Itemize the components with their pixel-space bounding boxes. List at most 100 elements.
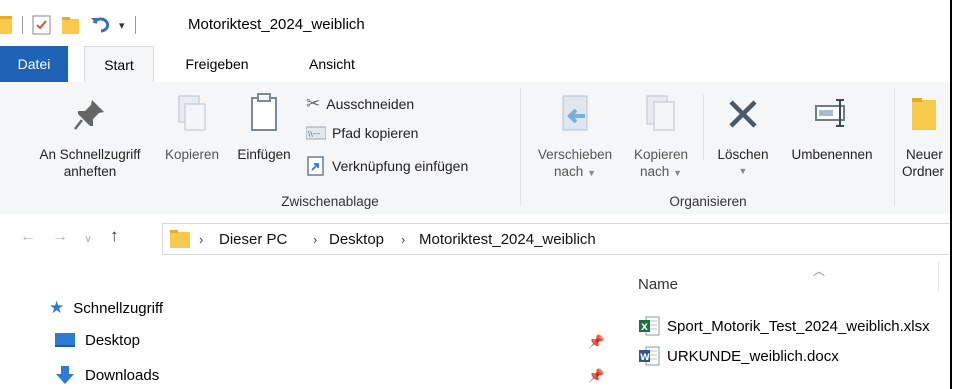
file-name: URKUNDE_weiblich.docx — [667, 347, 839, 365]
move-to-icon — [562, 95, 588, 131]
nav-quick-access-label: Schnellzugriff — [73, 299, 164, 317]
delete-x-icon — [729, 100, 757, 128]
new-folder-label-1: Neuer — [906, 147, 943, 162]
new-folder-icon — [912, 98, 936, 130]
scissors-icon: ✂ — [306, 94, 321, 113]
file-row-docx[interactable]: W URKUNDE_weiblich.docx — [638, 346, 839, 366]
cut-label: Ausschneiden — [326, 96, 415, 112]
pin-label-line-1: An Schnellzugriff — [39, 147, 141, 162]
download-arrow-icon — [56, 366, 74, 384]
copy-to-button[interactable]: Kopieren nach ▼ — [624, 92, 698, 182]
star-icon: ★ — [49, 298, 65, 317]
dropdown-arrow-icon: ▼ — [673, 168, 682, 178]
breadcrumb-separator-icon: › — [313, 232, 318, 247]
forward-arrow-icon[interactable]: → — [52, 228, 68, 246]
divider — [938, 262, 939, 292]
organize-group-label: Organisieren — [669, 194, 747, 209]
pin-icon — [74, 100, 104, 130]
ribbon: An Schnellzugriff anheften Kopieren Einf… — [0, 82, 950, 215]
copy-to-label-2: nach — [640, 164, 670, 179]
paste-label: Einfügen — [237, 147, 291, 162]
undo-icon[interactable] — [89, 14, 111, 36]
nav-quick-access[interactable]: ★ Schnellzugriff — [49, 298, 163, 318]
customize-toolbar-icon[interactable]: ▾ — [119, 19, 125, 32]
title-bar: ▾ Motoriktest_2024_weiblich — [0, 0, 950, 46]
svg-text:W: W — [640, 353, 650, 363]
rename-icon — [815, 99, 845, 127]
rename-label: Umbenennen — [791, 147, 873, 162]
address-bar[interactable]: › Dieser PC › Desktop › Motoriktest_2024… — [162, 223, 950, 255]
copy-path-label: Pfad kopieren — [332, 125, 419, 141]
column-header-name[interactable]: Name — [638, 276, 678, 293]
cut-button[interactable]: ✂ Ausschneiden — [306, 94, 414, 114]
folder-icon — [170, 230, 190, 248]
breadcrumb-desktop[interactable]: Desktop — [329, 231, 384, 248]
dropdown-arrow-icon: ▼ — [738, 166, 748, 176]
delete-button[interactable]: Löschen ▼ — [707, 92, 779, 180]
pin-label-line-2: anheften — [63, 164, 117, 179]
divider — [134, 16, 136, 34]
copy-path-button[interactable]: \\--- Pfad kopieren — [306, 125, 418, 141]
new-folder-icon[interactable] — [61, 14, 81, 36]
ribbon-tabs: Datei Start Freigeben Ansicht — [0, 46, 950, 83]
shortcut-icon — [307, 156, 324, 176]
breadcrumb-current-folder[interactable]: Motoriktest_2024_weiblich — [419, 231, 596, 248]
copy-label: Kopieren — [164, 147, 220, 162]
copy-to-label-1: Kopieren — [633, 147, 689, 162]
desktop-icon — [55, 333, 75, 347]
copy-icon — [178, 95, 206, 131]
breadcrumb-separator-icon: › — [199, 232, 204, 247]
breadcrumb-dieser-pc[interactable]: Dieser PC — [219, 231, 287, 248]
tab-start[interactable]: Start — [84, 46, 154, 83]
up-arrow-icon[interactable]: ↑ — [110, 226, 119, 246]
breadcrumb-separator-icon: › — [401, 232, 406, 247]
excel-file-icon: X — [639, 316, 660, 336]
divider — [22, 16, 23, 34]
pinned-icon: 📌 — [588, 368, 605, 383]
quick-access-toolbar: ▾ — [0, 14, 146, 36]
move-to-label-2: nach — [554, 164, 584, 179]
move-to-label-1: Verschieben — [537, 147, 613, 162]
nav-desktop[interactable]: Desktop — [54, 331, 140, 349]
new-folder-button[interactable]: Neuer Ordner — [898, 92, 950, 180]
paste-button[interactable]: Einfügen — [228, 92, 300, 163]
back-arrow-icon[interactable]: ← — [20, 228, 36, 246]
copy-to-icon — [646, 95, 675, 131]
clipboard-icon — [251, 93, 277, 131]
path-icon: \\--- — [306, 126, 326, 140]
explorer-window: ▾ Motoriktest_2024_weiblich Datei Start … — [0, 0, 952, 389]
tab-datei[interactable]: Datei — [0, 46, 68, 82]
dropdown-arrow-icon: ▼ — [587, 168, 596, 178]
word-file-icon: W — [639, 346, 660, 366]
clipboard-group-label: Zwischenablage — [281, 194, 379, 209]
file-name: Sport_Motorik_Test_2024_weiblich.xlsx — [667, 317, 930, 335]
move-to-label-2-row: nach ▼ — [526, 163, 624, 182]
divider — [894, 88, 895, 206]
navigation-bar: ← → ∨ ↑ › Dieser PC › Desktop › Motorikt… — [0, 214, 950, 264]
window-title: Motoriktest_2024_weiblich — [188, 16, 365, 33]
properties-icon[interactable] — [31, 14, 53, 36]
file-row-xlsx[interactable]: X Sport_Motorik_Test_2024_weiblich.xlsx — [638, 316, 930, 336]
paste-shortcut-label: Verknüpfung einfügen — [332, 158, 469, 174]
pin-quick-access-button[interactable]: An Schnellzugriff anheften — [20, 96, 160, 180]
nav-downloads[interactable]: Downloads — [54, 365, 159, 385]
recent-locations-chevron-icon[interactable]: ∨ — [84, 232, 92, 245]
copy-to-label-2-row: nach ▼ — [624, 163, 698, 182]
move-to-button[interactable]: Verschieben nach ▼ — [526, 92, 624, 182]
divider — [520, 88, 521, 206]
pinned-icon: 📌 — [588, 334, 605, 349]
paste-shortcut-button[interactable]: Verknüpfung einfügen — [306, 156, 468, 176]
tab-freigeben[interactable]: Freigeben — [172, 46, 262, 82]
nav-downloads-label: Downloads — [85, 366, 160, 384]
folder-icon — [0, 16, 12, 34]
rename-button[interactable]: Umbenennen — [779, 92, 885, 163]
tab-ansicht[interactable]: Ansicht — [292, 46, 372, 82]
sort-ascending-icon: ︿ — [813, 264, 826, 278]
svg-text:\\---: \\--- — [308, 130, 321, 138]
nav-desktop-label: Desktop — [85, 331, 141, 349]
copy-button[interactable]: Kopieren — [158, 92, 226, 163]
divider — [703, 94, 704, 160]
svg-text:X: X — [641, 323, 648, 333]
new-folder-label-2: Ordner — [902, 164, 945, 179]
delete-label: Löschen — [717, 147, 769, 162]
